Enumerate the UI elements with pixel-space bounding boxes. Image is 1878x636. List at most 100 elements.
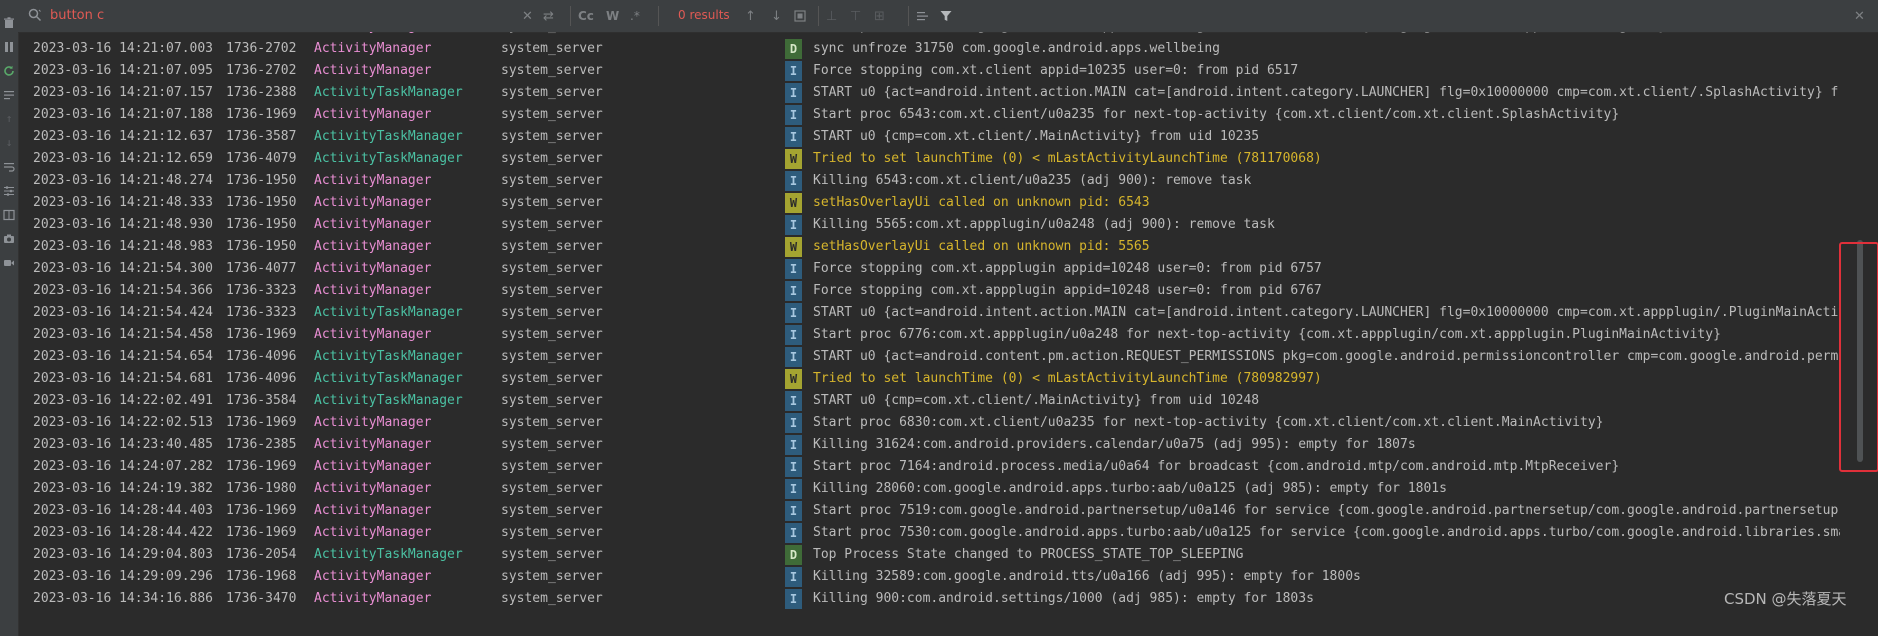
filter-lines-icon[interactable] bbox=[916, 7, 929, 25]
soft-wrap-icon[interactable] bbox=[2, 88, 16, 102]
up-arrow-icon[interactable]: ↑ bbox=[2, 112, 16, 126]
remove-occurrence-icon[interactable]: ⊤ bbox=[850, 7, 861, 25]
log-row[interactable]: 2023-03-16 14:23:40.485 1736-2385 Activity… bbox=[30, 434, 1840, 456]
video-icon[interactable] bbox=[2, 256, 16, 270]
log-row[interactable]: 2023-03-16 14:21:54.654 1736-4096 Activity… bbox=[30, 346, 1840, 368]
logcat-output[interactable]: 2023-03-16 14:21:06.757 1736-1969 Activi… bbox=[30, 32, 1840, 620]
restart-icon[interactable] bbox=[2, 64, 16, 78]
search-history-icon[interactable]: ⇄ bbox=[543, 7, 554, 25]
log-process: system_server bbox=[501, 591, 603, 606]
log-message: Start proc 7530:com.google.android.apps.… bbox=[813, 525, 1840, 540]
log-row[interactable]: 2023-03-16 14:21:48.983 1736-1950 Activity… bbox=[30, 236, 1840, 258]
log-timestamp: 2023-03-16 14:21:07.095 bbox=[33, 63, 214, 78]
log-tag: ActivityTaskManager bbox=[314, 129, 463, 144]
previous-occurrence-icon[interactable]: ↑ bbox=[745, 7, 756, 25]
log-row[interactable]: 2023-03-16 14:21:07.003 1736-2702 Activity… bbox=[30, 38, 1840, 60]
log-row[interactable]: 2023-03-16 14:21:48.274 1736-1950 Activity… bbox=[30, 170, 1840, 192]
log-timestamp: 2023-03-16 14:22:02.513 bbox=[33, 415, 214, 430]
log-level-badge: W bbox=[785, 369, 802, 389]
down-arrow-icon[interactable]: ↓ bbox=[2, 136, 16, 150]
log-process: system_server bbox=[501, 195, 603, 210]
log-row[interactable]: 2023-03-16 14:21:07.157 1736-2388 Activity… bbox=[30, 82, 1840, 104]
log-level-badge: I bbox=[785, 105, 802, 125]
log-row[interactable]: 2023-03-16 14:21:12.659 1736-4079 Activity… bbox=[30, 148, 1840, 170]
annotation-box bbox=[1839, 242, 1878, 472]
log-process: system_server bbox=[501, 437, 603, 452]
log-row[interactable]: 2023-03-16 14:21:54.424 1736-3323 Activity… bbox=[30, 302, 1840, 324]
log-row[interactable]: 2023-03-16 14:29:04.803 1736-2054 Activity… bbox=[30, 544, 1840, 566]
log-row[interactable]: 2023-03-16 14:24:07.282 1736-1969 Activity… bbox=[30, 456, 1840, 478]
log-tag: ActivityManager bbox=[314, 415, 432, 430]
logcat-toolbar: ↑ ↓ bbox=[0, 0, 19, 636]
log-timestamp: 2023-03-16 14:21:54.681 bbox=[33, 371, 214, 386]
log-timestamp: 2023-03-16 14:24:19.382 bbox=[33, 481, 214, 496]
log-process: system_server bbox=[501, 371, 603, 386]
log-row[interactable]: 2023-03-16 14:28:44.403 1736-1969 Activity… bbox=[30, 500, 1840, 522]
camera-icon[interactable] bbox=[2, 232, 16, 246]
log-level-badge: I bbox=[785, 589, 802, 609]
log-row[interactable]: 2023-03-16 14:21:48.333 1736-1950 Activity… bbox=[30, 192, 1840, 214]
select-all-occurrences-icon[interactable] bbox=[794, 7, 806, 25]
log-process: system_server bbox=[501, 129, 603, 144]
log-process: system_server bbox=[501, 151, 603, 166]
log-level-badge: I bbox=[785, 303, 802, 323]
log-pid-tid: 1736-1969 bbox=[226, 459, 297, 474]
pause-icon[interactable] bbox=[2, 40, 16, 54]
log-pid-tid: 1736-1969 bbox=[226, 415, 297, 430]
log-message: sync unfroze 31750 com.google.android.ap… bbox=[813, 41, 1220, 56]
log-row[interactable]: 2023-03-16 14:28:44.422 1736-1969 Activity… bbox=[30, 522, 1840, 544]
log-tag: ActivityManager bbox=[314, 41, 432, 56]
log-message: Force stopping com.xt.appplugin appid=10… bbox=[813, 283, 1322, 298]
log-pid-tid: 1736-1950 bbox=[226, 173, 297, 188]
log-message: Force stopping com.xt.client appid=10235… bbox=[813, 63, 1299, 78]
log-row[interactable]: 2023-03-16 14:21:07.095 1736-2702 Activity… bbox=[30, 60, 1840, 82]
log-row[interactable]: 2023-03-16 14:21:12.637 1736-3587 Activity… bbox=[30, 126, 1840, 148]
match-case-button[interactable]: Cc bbox=[578, 7, 594, 25]
log-tag: ActivityTaskManager bbox=[314, 349, 463, 364]
log-message: Top Process State changed to PROCESS_STA… bbox=[813, 547, 1244, 562]
log-message: Start proc 7164:android.process.media/u0… bbox=[813, 459, 1620, 474]
log-level-badge: I bbox=[785, 501, 802, 521]
close-search-icon[interactable]: ✕ bbox=[1854, 7, 1865, 25]
log-process: system_server bbox=[501, 503, 603, 518]
log-tag: ActivityManager bbox=[314, 63, 432, 78]
log-level-badge: D bbox=[785, 39, 802, 59]
log-row[interactable]: 2023-03-16 14:24:19.382 1736-1980 Activity… bbox=[30, 478, 1840, 500]
log-row[interactable]: 2023-03-16 14:21:48.930 1736-1950 Activity… bbox=[30, 214, 1840, 236]
log-timestamp: 2023-03-16 14:21:48.333 bbox=[33, 195, 214, 210]
log-pid-tid: 1736-3587 bbox=[226, 129, 297, 144]
log-message: START u0 {cmp=com.xt.client/.MainActivit… bbox=[813, 129, 1260, 144]
log-row[interactable]: 2023-03-16 14:22:02.491 1736-3584 Activity… bbox=[30, 390, 1840, 412]
clear-search-icon[interactable]: ✕ bbox=[522, 7, 533, 25]
whole-word-button[interactable]: W bbox=[606, 7, 619, 25]
log-tag: ActivityManager bbox=[314, 327, 432, 342]
select-all-occurrences-editor-icon[interactable]: ⊞ bbox=[874, 7, 885, 25]
trash-icon[interactable] bbox=[2, 16, 16, 30]
layout-icon[interactable] bbox=[2, 208, 16, 222]
log-timestamp: 2023-03-16 14:24:07.282 bbox=[33, 459, 214, 474]
log-timestamp: 2023-03-16 14:21:54.366 bbox=[33, 283, 214, 298]
log-level-badge: W bbox=[785, 237, 802, 257]
add-occurrence-icon[interactable]: ⊥ bbox=[826, 7, 837, 25]
log-pid-tid: 1736-4079 bbox=[226, 151, 297, 166]
log-process: system_server bbox=[501, 547, 603, 562]
log-row[interactable]: 2023-03-16 14:29:09.296 1736-1968 Activity… bbox=[30, 566, 1840, 588]
log-process: system_server bbox=[501, 481, 603, 496]
log-timestamp: 2023-03-16 14:21:48.274 bbox=[33, 173, 214, 188]
log-row[interactable]: 2023-03-16 14:21:54.366 1736-3323 Activity… bbox=[30, 280, 1840, 302]
log-row[interactable]: 2023-03-16 14:21:07.188 1736-1969 Activity… bbox=[30, 104, 1840, 126]
log-timestamp: 2023-03-16 14:21:48.983 bbox=[33, 239, 214, 254]
log-row[interactable]: 2023-03-16 14:34:16.886 1736-3470 Activity… bbox=[30, 588, 1840, 610]
log-row[interactable]: 2023-03-16 14:22:02.513 1736-1969 Activity… bbox=[30, 412, 1840, 434]
next-occurrence-icon[interactable]: ↓ bbox=[771, 7, 782, 25]
log-row[interactable]: 2023-03-16 14:21:54.681 1736-4096 Activity… bbox=[30, 368, 1840, 390]
wrap-lines-icon[interactable] bbox=[2, 160, 16, 174]
log-row[interactable]: 2023-03-16 14:21:54.458 1736-1969 Activity… bbox=[30, 324, 1840, 346]
log-row[interactable]: 2023-03-16 14:21:54.300 1736-4077 Activity… bbox=[30, 258, 1840, 280]
log-process: system_server bbox=[501, 217, 603, 232]
filter-settings-icon[interactable] bbox=[2, 184, 16, 198]
funnel-filter-icon[interactable] bbox=[940, 7, 952, 25]
regex-button[interactable]: .* bbox=[630, 7, 640, 25]
search-input[interactable]: button c bbox=[50, 8, 104, 23]
log-message: Tried to set launchTime (0) < mLastActiv… bbox=[813, 371, 1322, 386]
